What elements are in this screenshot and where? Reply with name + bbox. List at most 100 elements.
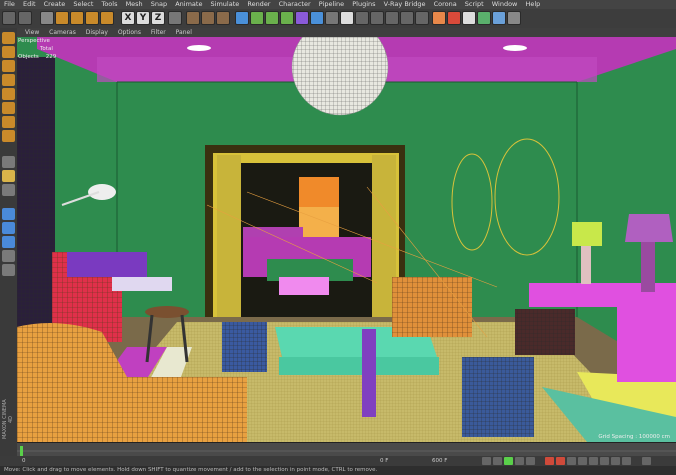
grid-spacing-label: Grid Spacing : 100000 cm xyxy=(598,434,670,440)
goto-start-icon[interactable] xyxy=(482,457,491,465)
transport-bar: 0 0 F 600 F xyxy=(0,456,676,466)
cube-icon[interactable] xyxy=(235,11,249,25)
scale-tool-icon[interactable] xyxy=(70,11,84,25)
menu-vray-bridge[interactable]: V-Ray Bridge xyxy=(384,0,426,9)
light-icon[interactable] xyxy=(340,11,354,25)
axis-y-button[interactable]: Y xyxy=(136,11,150,25)
menu-corona[interactable]: Corona xyxy=(434,0,457,9)
paint-icon[interactable] xyxy=(2,250,15,262)
scale-key-icon[interactable] xyxy=(589,457,598,465)
timeline-playhead[interactable] xyxy=(20,446,23,456)
objects-label: Objects xyxy=(18,54,39,60)
timeline[interactable] xyxy=(17,442,676,457)
points-mode-icon[interactable] xyxy=(2,88,15,100)
menu-help[interactable]: Help xyxy=(525,0,540,9)
menu-character[interactable]: Character xyxy=(279,0,311,9)
viewport-menu-cameras[interactable]: Cameras xyxy=(49,29,76,36)
layout-icon[interactable] xyxy=(507,11,521,25)
viewport-menu: View Cameras Display Options Filter Pane… xyxy=(17,28,676,37)
stats-total-label: Total xyxy=(40,46,53,52)
uv-mode-icon[interactable] xyxy=(2,130,15,142)
pla-key-icon[interactable] xyxy=(622,457,631,465)
next-key-icon[interactable] xyxy=(515,457,524,465)
autokey-icon[interactable] xyxy=(556,457,565,465)
floor-icon[interactable] xyxy=(310,11,324,25)
position-key-icon[interactable] xyxy=(578,457,587,465)
start-frame-field[interactable]: 0 xyxy=(22,456,26,466)
menu-script[interactable]: Script xyxy=(465,0,484,9)
sky-icon[interactable] xyxy=(355,11,369,25)
enable-axis-icon[interactable] xyxy=(2,156,15,168)
menu-plugins[interactable]: Plugins xyxy=(352,0,375,9)
select-arrow-icon[interactable] xyxy=(40,11,54,25)
polygons-mode-icon[interactable] xyxy=(2,116,15,128)
menu-bar: File Edit Create Select Tools Mesh Snap … xyxy=(0,0,676,9)
keyframe-selection-icon[interactable] xyxy=(567,457,576,465)
status-bar: Move: Click and drag to move elements. H… xyxy=(0,466,676,475)
menu-create[interactable]: Create xyxy=(44,0,66,9)
rotation-key-icon[interactable] xyxy=(600,457,609,465)
corona-vfb-icon[interactable] xyxy=(447,11,461,25)
redo-icon[interactable] xyxy=(18,11,32,25)
sculpt-icon[interactable] xyxy=(2,264,15,276)
viewport-menu-view[interactable]: View xyxy=(25,29,39,36)
menu-simulate[interactable]: Simulate xyxy=(211,0,240,9)
subdivision-icon[interactable] xyxy=(265,11,279,25)
viewport-menu-filter[interactable]: Filter xyxy=(151,29,166,36)
menu-snap[interactable]: Snap xyxy=(151,0,167,9)
corona-light-icon[interactable] xyxy=(492,11,506,25)
recent-tool-icon[interactable] xyxy=(100,11,114,25)
texture-mode-icon[interactable] xyxy=(2,60,15,72)
menu-tools[interactable]: Tools xyxy=(101,0,117,9)
axis-z-button[interactable]: Z xyxy=(151,11,165,25)
menu-pipeline[interactable]: Pipeline xyxy=(319,0,344,9)
render-settings-icon[interactable] xyxy=(216,11,230,25)
maxon-logo: MAXON CINEMA 4D xyxy=(2,399,14,439)
rotate-tool-icon[interactable] xyxy=(85,11,99,25)
menu-file[interactable]: File xyxy=(4,0,15,9)
viewport-menu-panel[interactable]: Panel xyxy=(176,29,192,36)
corona-material-icon[interactable] xyxy=(477,11,491,25)
quantize-icon[interactable] xyxy=(2,222,15,234)
viewport-3d[interactable]: Grid Spacing : 100000 cm xyxy=(17,37,676,442)
pen-spline-icon[interactable] xyxy=(250,11,264,25)
workplane-icon[interactable] xyxy=(2,74,15,86)
render-picture-viewer-icon[interactable] xyxy=(201,11,215,25)
move-tool-icon[interactable] xyxy=(55,11,69,25)
render-view-icon[interactable] xyxy=(186,11,200,25)
tag-icon[interactable] xyxy=(370,11,384,25)
deformer-icon[interactable] xyxy=(295,11,309,25)
menu-window[interactable]: Window xyxy=(492,0,518,9)
corona-render-icon[interactable] xyxy=(432,11,446,25)
viewport-menu-options[interactable]: Options xyxy=(118,29,141,36)
play-icon[interactable] xyxy=(504,457,513,465)
model-mode-icon[interactable] xyxy=(2,46,15,58)
material-icon[interactable] xyxy=(385,11,399,25)
axis-x-button[interactable]: X xyxy=(121,11,135,25)
make-editable-icon[interactable] xyxy=(2,32,15,44)
menu-animate[interactable]: Animate xyxy=(175,0,202,9)
prev-key-icon[interactable] xyxy=(493,457,502,465)
record-icon[interactable] xyxy=(545,457,554,465)
param-key-icon[interactable] xyxy=(611,457,620,465)
edges-mode-icon[interactable] xyxy=(2,102,15,114)
menu-select[interactable]: Select xyxy=(73,0,93,9)
menu-mesh[interactable]: Mesh xyxy=(126,0,143,9)
snap-icon[interactable] xyxy=(2,208,15,220)
array-icon[interactable] xyxy=(280,11,294,25)
soft-selection-icon[interactable] xyxy=(2,184,15,196)
tweak-mode-icon[interactable] xyxy=(2,170,15,182)
workplane-lock-icon[interactable] xyxy=(2,236,15,248)
goto-end-icon[interactable] xyxy=(526,457,535,465)
menu-edit[interactable]: Edit xyxy=(23,0,36,9)
frame-field[interactable]: 600 F xyxy=(432,456,447,466)
coordinate-system-icon[interactable] xyxy=(168,11,182,25)
undo-icon[interactable] xyxy=(2,11,16,25)
hair-icon[interactable] xyxy=(400,11,414,25)
menu-render[interactable]: Render xyxy=(247,0,270,9)
timeline-menu-icon[interactable] xyxy=(642,457,651,465)
script-icon[interactable] xyxy=(415,11,429,25)
viewport-menu-display[interactable]: Display xyxy=(86,29,108,36)
camera-icon[interactable] xyxy=(325,11,339,25)
corona-interactive-icon[interactable] xyxy=(462,11,476,25)
